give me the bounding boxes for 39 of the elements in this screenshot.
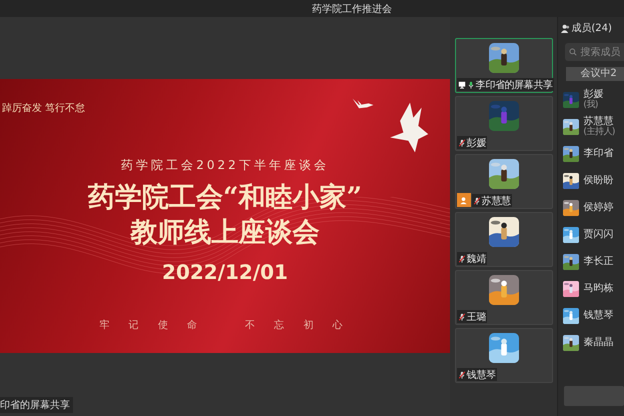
slide-subtitle: 药学院工会2022下半年座谈会 <box>121 157 329 174</box>
search-field[interactable]: 搜索成员 <box>565 43 624 61</box>
participant-name: 彭媛 <box>466 136 486 150</box>
video-tile[interactable]: 魏靖 <box>454 212 553 267</box>
slide-slogan: 牢 记 使 命 <box>99 318 205 332</box>
member-name: 钱慧琴 <box>583 310 614 321</box>
participant-name: 李印省的屏幕共享 <box>476 78 552 92</box>
member-name: 秦晶晶 <box>583 337 614 348</box>
slide-title: 教师线上座谈会 <box>130 216 320 250</box>
member-role: (我) <box>583 100 599 110</box>
slide-title: 药学院工会“和睦小家” <box>88 181 362 215</box>
member-name: 彭媛 <box>583 89 604 100</box>
member-name: 苏慧慧 <box>583 116 614 127</box>
share-label: 印省的屏幕共享 <box>0 397 73 413</box>
participant-name: 钱慧琴 <box>466 368 496 382</box>
slide-slogan: 不 忘 初 心 <box>245 318 351 332</box>
slide-motto: 踔厉奋发 笃行不怠 <box>2 102 86 115</box>
slide-date: 2022/12/01 <box>162 260 288 284</box>
member-name: 李印省 <box>583 148 614 159</box>
member-name: 李长正 <box>583 256 614 267</box>
participant-name: 苏慧慧 <box>482 194 510 208</box>
video-tile[interactable]: 彭媛 <box>454 96 553 151</box>
member-role: (主持人) <box>583 127 615 137</box>
member-name: 侯盼盼 <box>583 175 614 186</box>
video-tile[interactable]: 王璐 <box>454 270 553 325</box>
member-name: 贾闪闪 <box>583 229 614 240</box>
window-title: 药学院工作推进会 <box>312 2 392 16</box>
people-icon <box>561 24 570 32</box>
member-name: 马昀栋 <box>583 283 614 294</box>
participant-name: 王璐 <box>466 310 486 324</box>
member-name: 侯婷婷 <box>583 202 614 213</box>
video-tile[interactable]: 李印省的屏幕共享 <box>454 38 553 93</box>
video-tile[interactable]: 苏慧慧 <box>454 154 553 209</box>
panel-button[interactable] <box>564 386 624 406</box>
panel-title: 成员(24) <box>571 22 612 35</box>
video-tile[interactable]: 钱慧琴 <box>454 328 553 383</box>
search-icon <box>569 48 578 56</box>
participant-name: 魏靖 <box>466 252 486 266</box>
in-meeting-tab[interactable]: 会议中2 <box>566 67 624 81</box>
